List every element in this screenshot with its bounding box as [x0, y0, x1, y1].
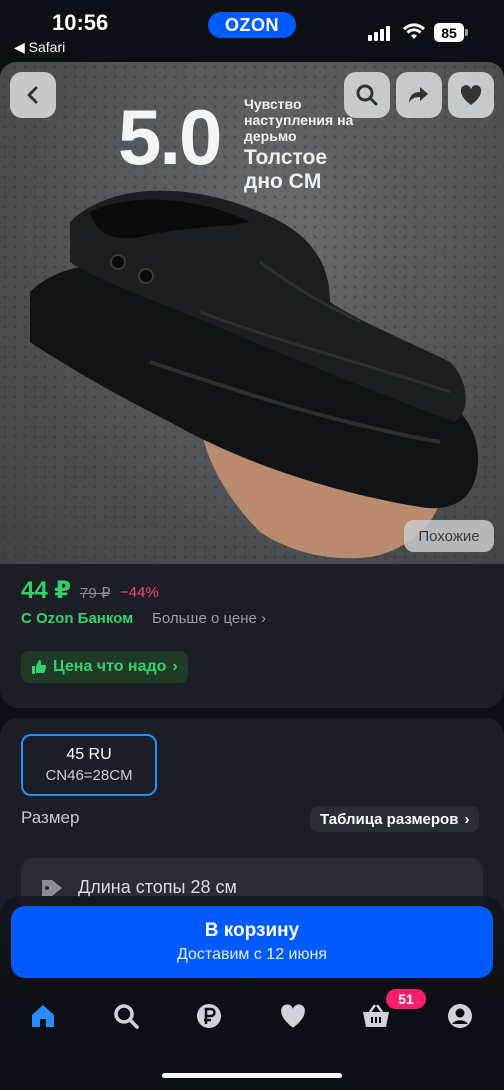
more-about-price-label: Больше о цене [152, 610, 257, 627]
size-option-selected[interactable]: 45 RU CN46=28CM [21, 734, 157, 796]
back-button[interactable] [10, 72, 56, 118]
ozon-logo-pill[interactable]: OZON [208, 12, 296, 38]
tab-profile[interactable] [440, 998, 480, 1034]
add-to-cart-button[interactable]: В корзину Доставим с 12 июня [11, 906, 493, 978]
home-indicator [162, 1073, 342, 1078]
profile-icon [448, 1004, 472, 1028]
good-price-label: Цена что надо [53, 658, 167, 675]
discount-badge: −44% [120, 584, 159, 601]
status-time: 10:56 [52, 10, 109, 35]
tab-home[interactable] [23, 998, 63, 1034]
cellular-signal-icon [368, 26, 390, 41]
size-cn-label: CN46=28CM [45, 767, 133, 784]
size-chart-label: Таблица размеров [320, 810, 459, 828]
chevron-right-icon: › [261, 610, 267, 627]
add-to-cart-label: В корзину [204, 920, 300, 941]
battery-tip [465, 29, 468, 36]
heart-icon [460, 85, 482, 105]
battery-indicator: 85 [434, 23, 464, 42]
promo-caption-small: Чувство наступления на дерьмо [244, 96, 354, 144]
tab-finance[interactable] [189, 998, 229, 1034]
old-price: 79 ₽ [80, 585, 111, 602]
search-icon [114, 1004, 139, 1029]
ozon-bank-price-label: С Ozon Банком [21, 610, 134, 627]
current-price: 44 ₽ [21, 577, 72, 604]
basket-icon [363, 1004, 389, 1027]
tab-favorites[interactable] [273, 998, 313, 1034]
back-to-safari[interactable]: ◀ Safari [14, 39, 65, 56]
size-section-label: Размер [21, 808, 80, 827]
chevron-left-icon [27, 86, 38, 104]
foot-length-text: Длина стопы 28 см [78, 877, 237, 897]
similar-products-button[interactable]: Похожие [404, 520, 494, 552]
delivery-date-label: Доставим с 12 июня [177, 946, 327, 963]
size-ru-label: 45 RU [66, 746, 112, 763]
share-arrow-icon [409, 87, 428, 103]
cart-count-badge: 51 [386, 989, 426, 1009]
heart-icon [281, 1004, 305, 1028]
chevron-right-icon: › [464, 810, 470, 828]
home-icon [32, 1005, 54, 1027]
chevron-right-icon: › [172, 658, 178, 675]
size-chart-button[interactable]: Таблица размеров › [310, 806, 480, 832]
thumbs-up-icon [32, 660, 47, 674]
promo-caption-large: Толстое дно CM [244, 146, 328, 193]
good-price-badge[interactable]: Цена что надо › [21, 651, 188, 683]
share-button[interactable] [396, 72, 442, 118]
price-card [0, 564, 504, 708]
tab-search[interactable] [106, 998, 146, 1034]
wifi-icon [402, 22, 426, 45]
promo-rating: 5.0 [118, 93, 222, 181]
ruble-circle-icon [197, 1004, 221, 1028]
favorite-button[interactable] [448, 72, 494, 118]
more-about-price-link[interactable]: Больше о цене › [152, 610, 266, 627]
